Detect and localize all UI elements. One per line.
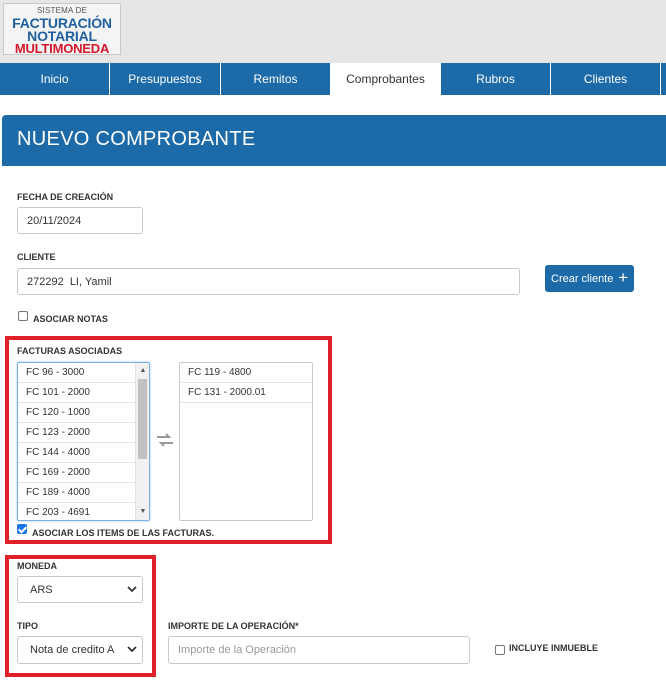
cliente-label: CLIENTE	[17, 252, 56, 262]
fecha-value: 20/11/2024	[27, 214, 82, 227]
list-item[interactable]: FC 144 - 4000	[18, 443, 135, 463]
logo-line-4: MULTIMONEDA	[14, 41, 110, 56]
list-item[interactable]: FC 119 - 4800	[180, 363, 312, 383]
asociar-notas-label: ASOCIAR NOTAS	[33, 314, 108, 324]
fecha-label: FECHA DE CREACIÓN	[17, 192, 114, 202]
tipo-select[interactable]: Nota de credito A	[17, 636, 143, 664]
tipo-value: Nota de credito A	[30, 644, 115, 656]
tab-inicio[interactable]: Inicio	[0, 63, 110, 95]
tab-comprobantes[interactable]: Comprobantes	[331, 63, 441, 95]
cliente-input[interactable]: 272292 LI, Yamil	[17, 268, 520, 295]
list-item[interactable]: FC 123 - 2000	[18, 423, 135, 443]
list-item[interactable]: FC 96 - 3000	[18, 363, 135, 383]
tipo-label: TIPO	[17, 621, 39, 631]
importe-input[interactable]: Importe de la Operación	[168, 636, 470, 664]
cliente-value: 272292 LI, Yamil	[27, 275, 112, 288]
list-item[interactable]: FC 189 - 4000	[18, 483, 135, 503]
available-facturas-list[interactable]: FC 96 - 3000 FC 101 - 2000 FC 120 - 1000…	[17, 362, 150, 521]
scroll-down-icon[interactable]: ▼	[136, 506, 149, 518]
main-nav: Inicio Presupuestos Remitos Comprobantes…	[0, 63, 666, 95]
list-item[interactable]: FC 169 - 2000	[18, 463, 135, 483]
app-logo: SISTEMA DE FACTURACIÓN NOTARIAL MULTIMON…	[3, 3, 121, 55]
incluye-inmueble-checkbox[interactable]	[495, 645, 505, 655]
list-item[interactable]: FC 120 - 1000	[18, 403, 135, 423]
crear-cliente-button[interactable]: Crear cliente +	[545, 265, 634, 292]
chevron-down-icon	[127, 646, 137, 653]
asociar-items-label: ASOCIAR LOS ITEMS DE LAS FACTURAS.	[32, 528, 215, 538]
crear-cliente-label: Crear cliente	[551, 272, 614, 285]
moneda-value: ARS	[30, 583, 53, 596]
chevron-down-icon	[127, 586, 137, 593]
swap-arrows-icon[interactable]	[155, 432, 175, 448]
moneda-label: MONEDA	[17, 561, 57, 571]
importe-placeholder: Importe de la Operación	[178, 644, 297, 656]
tab-presupuestos[interactable]: Presupuestos	[110, 63, 221, 95]
panel-header: NUEVO COMPROBANTE	[2, 115, 666, 166]
list-item[interactable]: FC 203 - 4691	[18, 503, 135, 520]
scroll-up-icon[interactable]: ▲	[136, 365, 149, 377]
asociar-notas-checkbox[interactable]	[18, 311, 28, 321]
tab-rubros[interactable]: Rubros	[441, 63, 551, 95]
importe-label: IMPORTE DE LA OPERACIÓN*	[168, 621, 299, 631]
logo-line-1: SISTEMA DE	[36, 6, 87, 15]
facturas-label: FACTURAS ASOCIADAS	[17, 346, 123, 356]
list-item[interactable]: FC 101 - 2000	[18, 383, 135, 403]
tab-clientes[interactable]: Clientes	[551, 63, 661, 95]
tab-remitos[interactable]: Remitos	[221, 63, 331, 95]
incluye-inmueble-label: INCLUYE INMUEBLE	[509, 643, 599, 653]
page-title: NUEVO COMPROBANTE	[17, 128, 256, 150]
selected-facturas-list[interactable]: FC 119 - 4800 FC 131 - 2000.01	[179, 362, 313, 521]
fecha-input[interactable]: 20/11/2024	[17, 207, 143, 234]
moneda-select[interactable]: ARS	[17, 576, 143, 603]
scroll-thumb[interactable]	[138, 379, 147, 459]
plus-icon: +	[618, 268, 628, 287]
list-scrollbar[interactable]: ▲ ▼	[135, 363, 149, 520]
asociar-items-checkbox[interactable]	[17, 524, 27, 534]
list-item[interactable]: FC 131 - 2000.01	[180, 383, 312, 403]
